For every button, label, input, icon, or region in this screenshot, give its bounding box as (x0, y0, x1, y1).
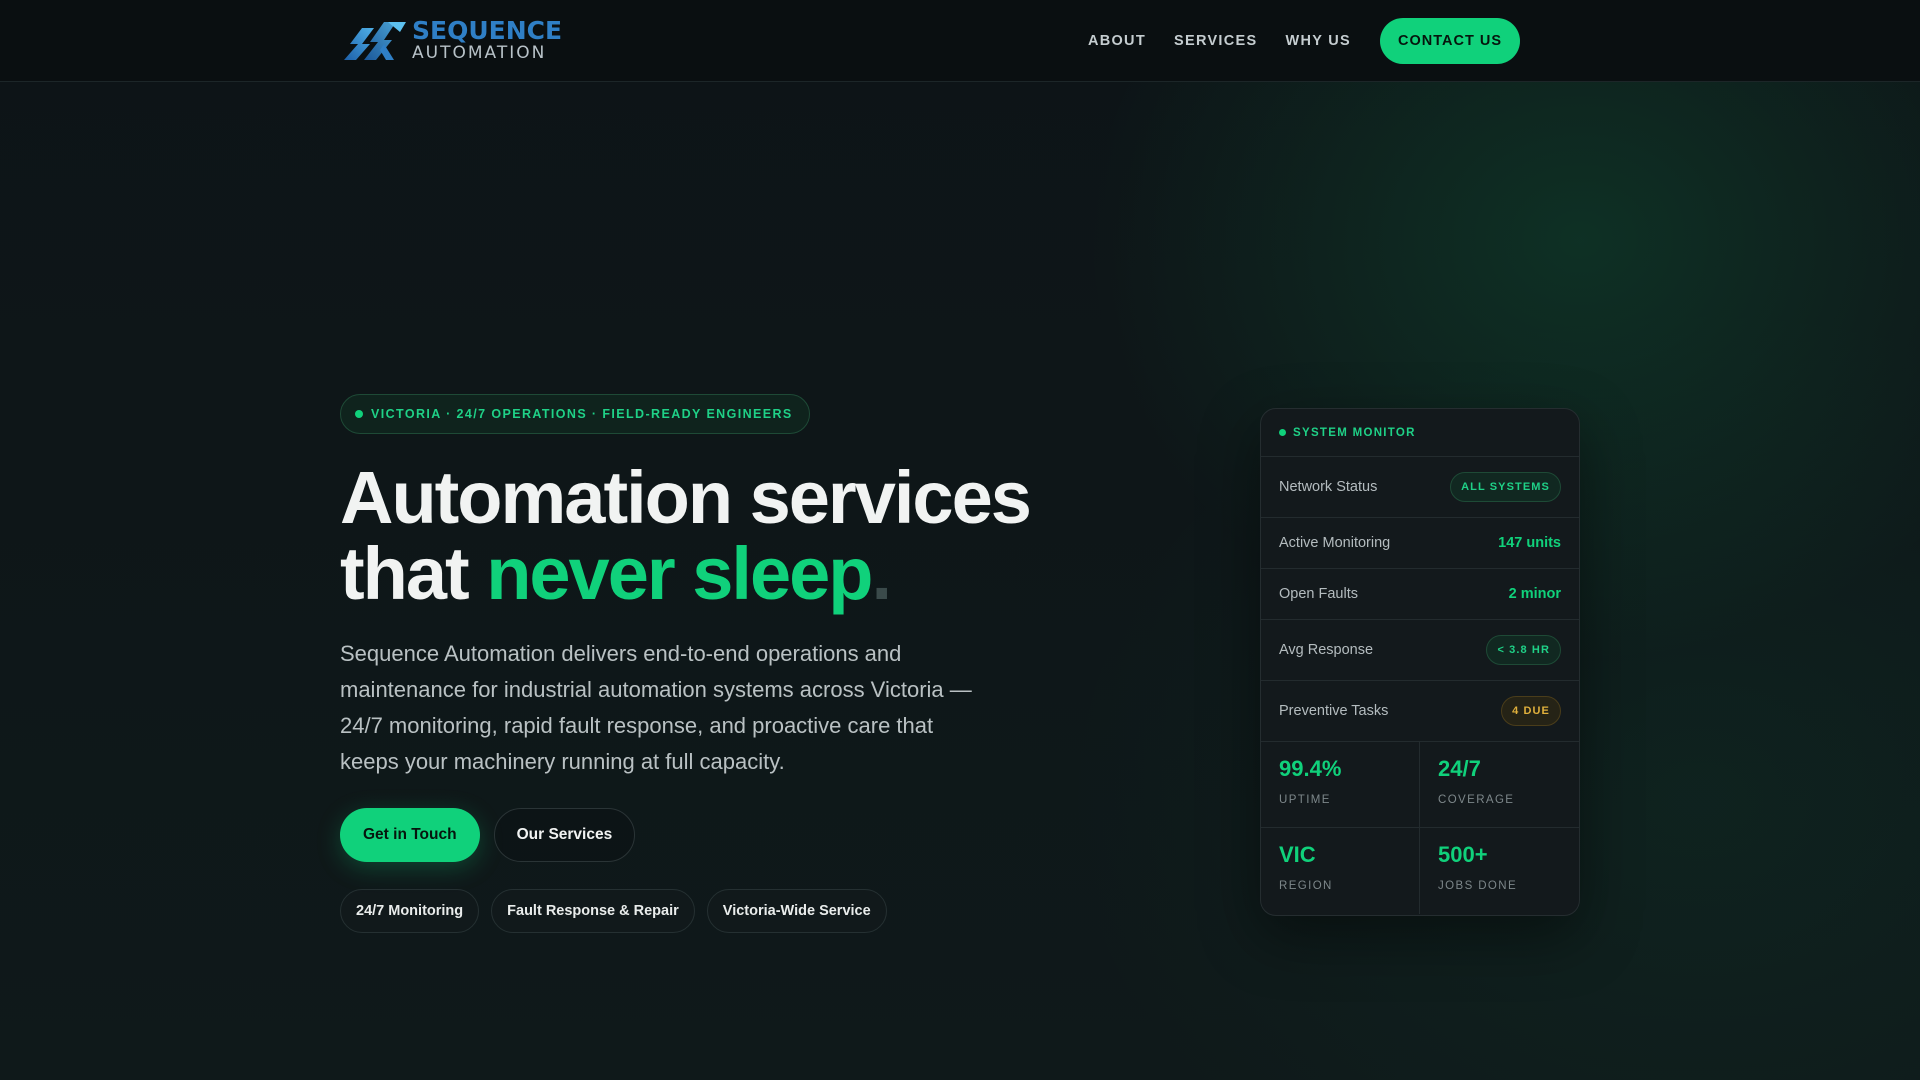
stat-uptime: 99.4% UPTIME (1261, 742, 1420, 828)
headline-period: . (871, 532, 892, 615)
stat-label: COVERAGE (1438, 794, 1515, 806)
hero-section: VICTORIA · 24/7 OPERATIONS · FIELD-READY… (340, 394, 1060, 933)
nav-link-about[interactable]: ABOUT (1088, 33, 1146, 49)
stat-label: UPTIME (1279, 794, 1331, 806)
hero-headline: Automation services that never sleep. (340, 460, 1060, 612)
logo-wordmark-top: SEQUENCE (412, 16, 563, 45)
nav-link-why-us[interactable]: WHY US (1285, 33, 1351, 49)
stat-value: 24/7 (1438, 756, 1481, 781)
row-value: 147 units (1498, 535, 1561, 551)
row-label: Avg Response (1279, 642, 1374, 658)
row-label: Open Faults (1279, 586, 1358, 602)
nav-link-services[interactable]: SERVICES (1174, 33, 1257, 49)
monitor-status-dot-icon (1279, 429, 1286, 436)
chip-monitoring: 24/7 Monitoring (340, 889, 480, 933)
our-services-button[interactable]: Our Services (493, 808, 636, 862)
hero-description: Sequence Automation delivers end-to-end … (340, 641, 972, 774)
monitor-stats-grid: 99.4% UPTIME 24/7 COVERAGE VIC REGION 50… (1261, 742, 1579, 914)
system-monitor-card: SYSTEM MONITOR Network Status ALL SYSTEM… (1260, 408, 1580, 916)
status-dot-icon (355, 410, 363, 418)
stat-label: REGION (1279, 880, 1333, 892)
nav-links: ABOUT SERVICES WHY US CONTACT US (1060, 18, 1520, 64)
contact-us-button[interactable]: CONTACT US (1380, 18, 1520, 64)
monitor-row-active-monitoring: Active Monitoring 147 units (1261, 518, 1579, 569)
monitor-header: SYSTEM MONITOR (1261, 409, 1579, 457)
monitor-row-network-status: Network Status ALL SYSTEMS (1261, 457, 1579, 518)
status-badge: < 3.8 HR (1486, 635, 1561, 665)
feature-chips: 24/7 Monitoring Fault Response & Repair … (340, 889, 1060, 933)
monitor-title: SYSTEM MONITOR (1293, 426, 1416, 439)
status-badge: 4 DUE (1501, 696, 1561, 726)
stat-value: VIC (1279, 842, 1316, 867)
stat-coverage: 24/7 COVERAGE (1420, 742, 1579, 828)
chip-fault-response: Fault Response & Repair (491, 889, 695, 933)
location-badge-text: VICTORIA · 24/7 OPERATIONS · FIELD-READY… (371, 407, 793, 421)
row-label: Active Monitoring (1279, 535, 1391, 551)
stat-jobs-done: 500+ JOBS DONE (1420, 828, 1579, 914)
monitor-row-avg-response: Avg Response < 3.8 HR (1261, 620, 1579, 681)
stat-value: 500+ (1438, 842, 1488, 867)
logo-wordmark-bottom: AUTOMATION (412, 43, 547, 63)
monitor-row-open-faults: Open Faults 2 minor (1261, 569, 1579, 620)
row-value: 2 minor (1508, 586, 1561, 602)
stat-label: JOBS DONE (1438, 880, 1518, 892)
row-label: Preventive Tasks (1279, 703, 1389, 719)
get-in-touch-button[interactable]: Get in Touch (340, 808, 480, 862)
stat-value: 99.4% (1279, 756, 1342, 781)
hero-buttons: Get in Touch Our Services (340, 808, 1060, 862)
top-navigation: SEQUENCE AUTOMATION ABOUT SERVICES WHY U… (0, 0, 1920, 82)
headline-accent: never sleep (486, 532, 873, 615)
monitor-row-preventive-tasks: Preventive Tasks 4 DUE (1261, 681, 1579, 742)
headline-line-2-prefix: that (340, 532, 487, 615)
stat-region: VIC REGION (1261, 828, 1420, 914)
chip-victoria-wide: Victoria-Wide Service (706, 889, 887, 933)
headline-line-1: Automation services (340, 456, 1032, 539)
location-badge: VICTORIA · 24/7 OPERATIONS · FIELD-READY… (340, 394, 810, 434)
logo-mark-icon (344, 22, 406, 60)
row-label: Network Status (1279, 479, 1378, 495)
status-badge: ALL SYSTEMS (1450, 472, 1561, 502)
company-logo[interactable]: SEQUENCE AUTOMATION (340, 14, 562, 66)
